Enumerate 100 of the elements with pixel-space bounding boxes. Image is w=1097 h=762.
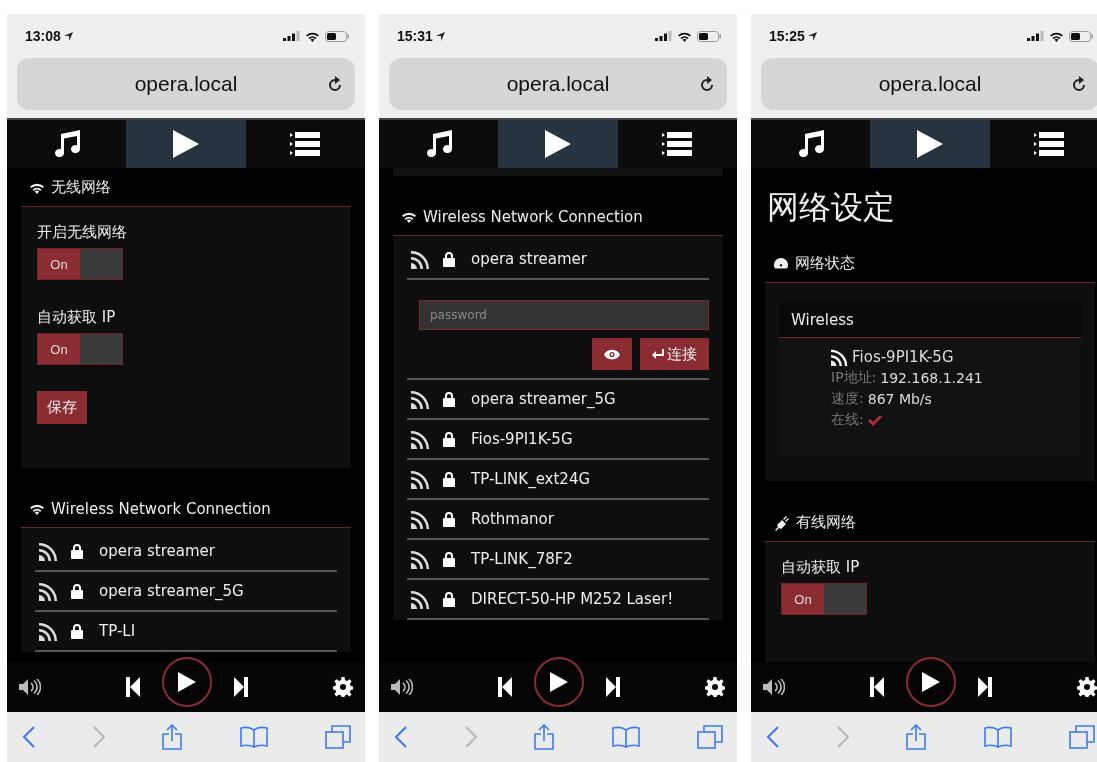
network-name: Fios-9PI1K-5G — [471, 429, 574, 450]
network-item[interactable]: opera streamer — [35, 532, 337, 572]
signal-icon — [411, 509, 431, 529]
reload-icon[interactable] — [327, 75, 343, 93]
lock-icon — [443, 431, 455, 447]
bookmarks-icon[interactable] — [611, 726, 640, 748]
gauge-icon — [773, 256, 789, 271]
show-password-button[interactable] — [592, 338, 632, 370]
cellular-signal-icon — [1027, 31, 1044, 41]
location-arrow-icon — [63, 31, 73, 41]
page-title: 网络设定 — [766, 187, 896, 228]
volume-button[interactable] — [19, 679, 41, 695]
signal-icon — [411, 549, 431, 569]
play-icon — [922, 672, 940, 692]
settings-button[interactable] — [1077, 677, 1097, 697]
tabs-icon[interactable] — [697, 725, 723, 749]
lock-icon — [443, 391, 455, 407]
next-button[interactable] — [606, 677, 620, 697]
back-icon[interactable] — [395, 726, 407, 748]
network-item[interactable]: TP-LI — [35, 612, 337, 652]
lock-icon — [443, 471, 455, 487]
reload-icon[interactable] — [699, 75, 715, 93]
section-title: Wireless Network Connection — [51, 500, 271, 518]
bookmarks-icon[interactable] — [239, 726, 268, 748]
network-item[interactable]: opera streamer password 连接 — [407, 240, 709, 380]
save-button[interactable]: 保存 — [37, 391, 87, 424]
wifi-icon — [401, 211, 417, 223]
tabs-icon[interactable] — [325, 725, 351, 749]
play-button[interactable] — [906, 657, 956, 707]
toggle-switch[interactable]: On — [781, 583, 867, 615]
toggle-switch[interactable]: On — [37, 333, 123, 365]
nav-tab[interactable] — [498, 120, 618, 168]
plug-icon — [773, 514, 790, 531]
signal-icon — [411, 589, 431, 609]
card-title: Wireless — [779, 303, 1081, 338]
play-icon — [917, 130, 943, 158]
previous-button[interactable] — [870, 677, 884, 697]
back-icon[interactable] — [23, 726, 35, 748]
back-icon[interactable] — [767, 726, 779, 748]
next-button[interactable] — [978, 677, 992, 697]
section-title: 网络状态 — [795, 254, 855, 273]
network-item[interactable]: DIRECT-50-HP M252 Laser! — [407, 580, 709, 620]
wifi-icon — [29, 181, 45, 194]
lock-icon — [443, 251, 455, 267]
skip-forward-icon — [234, 677, 248, 697]
share-icon[interactable] — [906, 724, 926, 750]
network-name: opera streamer_5G — [471, 389, 617, 410]
play-icon — [550, 672, 568, 692]
info-value: 867 Mb/s — [867, 391, 932, 407]
play-button[interactable] — [534, 657, 584, 707]
lock-icon — [443, 551, 455, 567]
volume-button[interactable] — [391, 679, 413, 695]
share-icon[interactable] — [534, 724, 554, 750]
cellular-signal-icon — [655, 31, 672, 41]
network-name: opera streamer_5G — [99, 581, 245, 602]
lock-icon — [443, 511, 455, 527]
next-button[interactable] — [234, 677, 248, 697]
address-bar[interactable]: opera.local — [389, 58, 727, 110]
nav-tab[interactable] — [870, 120, 990, 168]
connect-button[interactable]: 连接 — [640, 338, 709, 370]
skip-back-icon — [126, 677, 140, 697]
address-bar[interactable]: opera.local — [17, 58, 355, 110]
password-field[interactable]: password — [419, 300, 709, 330]
tabs-icon[interactable] — [1069, 725, 1095, 749]
signal-icon — [39, 541, 59, 561]
address-bar[interactable]: opera.local — [761, 58, 1097, 110]
wifi-icon — [1049, 30, 1064, 42]
network-name: DIRECT-50-HP M252 Laser! — [471, 589, 675, 610]
network-name: TP-LI — [99, 621, 137, 642]
toggle-switch[interactable]: On — [37, 248, 123, 280]
share-icon[interactable] — [162, 724, 182, 750]
play-icon — [178, 672, 196, 692]
network-item[interactable]: TP-LINK_78F2 — [407, 540, 709, 580]
reload-icon[interactable] — [1071, 75, 1087, 93]
signal-icon — [831, 348, 849, 366]
play-button[interactable] — [162, 657, 212, 707]
lock-icon — [443, 591, 455, 607]
network-item[interactable]: TP-LINK_ext24G — [407, 460, 709, 500]
volume-icon — [19, 679, 41, 695]
settings-icon — [333, 677, 353, 697]
list-icon — [662, 132, 693, 156]
network-name: TP-LINK_78F2 — [471, 549, 574, 570]
skip-forward-icon — [606, 677, 620, 697]
previous-button[interactable] — [498, 677, 512, 697]
nav-tab[interactable] — [126, 120, 246, 168]
settings-icon — [1077, 677, 1097, 697]
network-item[interactable]: Rothmanor — [407, 500, 709, 540]
skip-back-icon — [498, 677, 512, 697]
signal-icon — [39, 581, 59, 601]
network-item[interactable]: Fios-9PI1K-5G — [407, 420, 709, 460]
settings-button[interactable] — [333, 677, 353, 697]
network-name: opera streamer — [471, 249, 588, 270]
network-name: TP-LINK_ext24G — [471, 469, 592, 490]
settings-button[interactable] — [705, 677, 725, 697]
network-name: Rothmanor — [471, 509, 555, 530]
network-item[interactable]: opera streamer_5G — [407, 380, 709, 420]
previous-button[interactable] — [126, 677, 140, 697]
bookmarks-icon[interactable] — [983, 726, 1012, 748]
network-item[interactable]: opera streamer_5G — [35, 572, 337, 612]
volume-button[interactable] — [763, 679, 785, 695]
